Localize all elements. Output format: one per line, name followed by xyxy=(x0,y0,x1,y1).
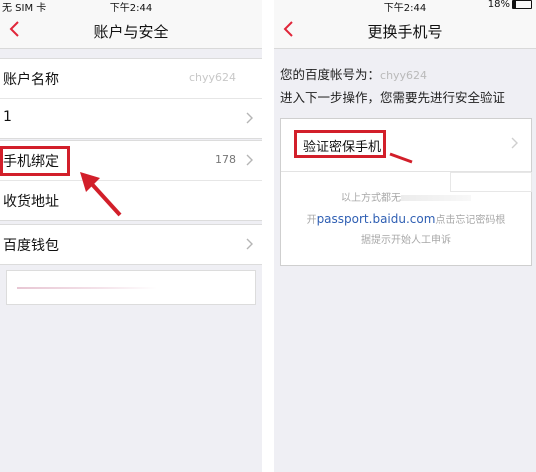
account-value: chyy624 xyxy=(380,69,428,82)
nav-bar: 更换手机号 xyxy=(274,12,536,49)
page-title: 账户与安全 xyxy=(93,23,169,41)
hint-line2: 点击忘记密码根 xyxy=(435,215,506,226)
status-bar: 无 SIM 卡 下午2:44 xyxy=(0,0,262,14)
highlight-box xyxy=(294,130,386,158)
account-group: 账户名称 chyy624 1 xyxy=(0,58,262,139)
account-prefix: 您的百度帐号为： xyxy=(280,67,381,82)
row-shipping-address[interactable]: 收货地址 xyxy=(0,181,262,220)
hint-line1: 以上方式都无 xyxy=(341,193,401,204)
chevron-right-icon xyxy=(246,154,253,166)
row-value: 178 xyxy=(215,153,236,166)
page-title: 更换手机号 xyxy=(367,23,443,41)
left-screen: 无 SIM 卡 下午2:44 账户与安全 账户名称 chyy624 1 手机绑定… xyxy=(0,0,262,472)
row-label: 账户名称 xyxy=(3,72,59,88)
hint-line3: 据提示开始人工申诉 xyxy=(361,235,451,246)
screenshot-composite: 无 SIM 卡 下午2:44 账户与安全 账户名称 chyy624 1 手机绑定… xyxy=(0,0,536,472)
passport-link[interactable]: passport.baidu.com xyxy=(317,212,436,226)
row-value: chyy624 xyxy=(188,71,236,84)
banner-card[interactable] xyxy=(6,270,256,305)
panel-divider xyxy=(262,0,274,472)
pointer-arrow-icon xyxy=(389,152,413,164)
banner-stroke xyxy=(17,287,157,289)
appeal-hint: 以上方式都无 开passport.baidu.com点击忘记密码根 据提示开始人… xyxy=(281,189,531,251)
chevron-right-icon xyxy=(511,137,518,149)
chevron-right-icon xyxy=(246,112,253,124)
blurred-text xyxy=(401,195,471,201)
row-baidu-wallet[interactable]: 百度钱包 xyxy=(0,225,262,264)
chevron-right-icon xyxy=(246,238,253,250)
row-second[interactable]: 1 xyxy=(0,99,262,138)
pointer-arrow-icon xyxy=(80,172,122,217)
row-account-name[interactable]: 账户名称 chyy624 xyxy=(0,59,262,99)
status-bar: 下午2:44 18% xyxy=(274,0,536,14)
battery-percent: 18% xyxy=(487,0,510,10)
highlight-box xyxy=(0,146,70,176)
row-label: 百度钱包 xyxy=(3,238,59,254)
account-info: 您的百度帐号为：chyy624 进入下一步操作，您需要先进行安全验证 xyxy=(280,64,505,109)
overlay-popup xyxy=(450,172,532,192)
instruction-text: 进入下一步操作，您需要先进行安全验证 xyxy=(280,90,506,105)
row-label: 收货地址 xyxy=(3,194,59,210)
right-screen: 下午2:44 18% 更换手机号 您的百度帐号为：chyy624 进入下一步操作… xyxy=(274,0,536,472)
row-label: 1 xyxy=(3,109,12,125)
battery-status: 18% xyxy=(488,0,532,10)
nav-bar: 账户与安全 xyxy=(0,12,262,49)
battery-icon xyxy=(512,0,532,9)
wallet-group: 百度钱包 xyxy=(0,224,262,265)
